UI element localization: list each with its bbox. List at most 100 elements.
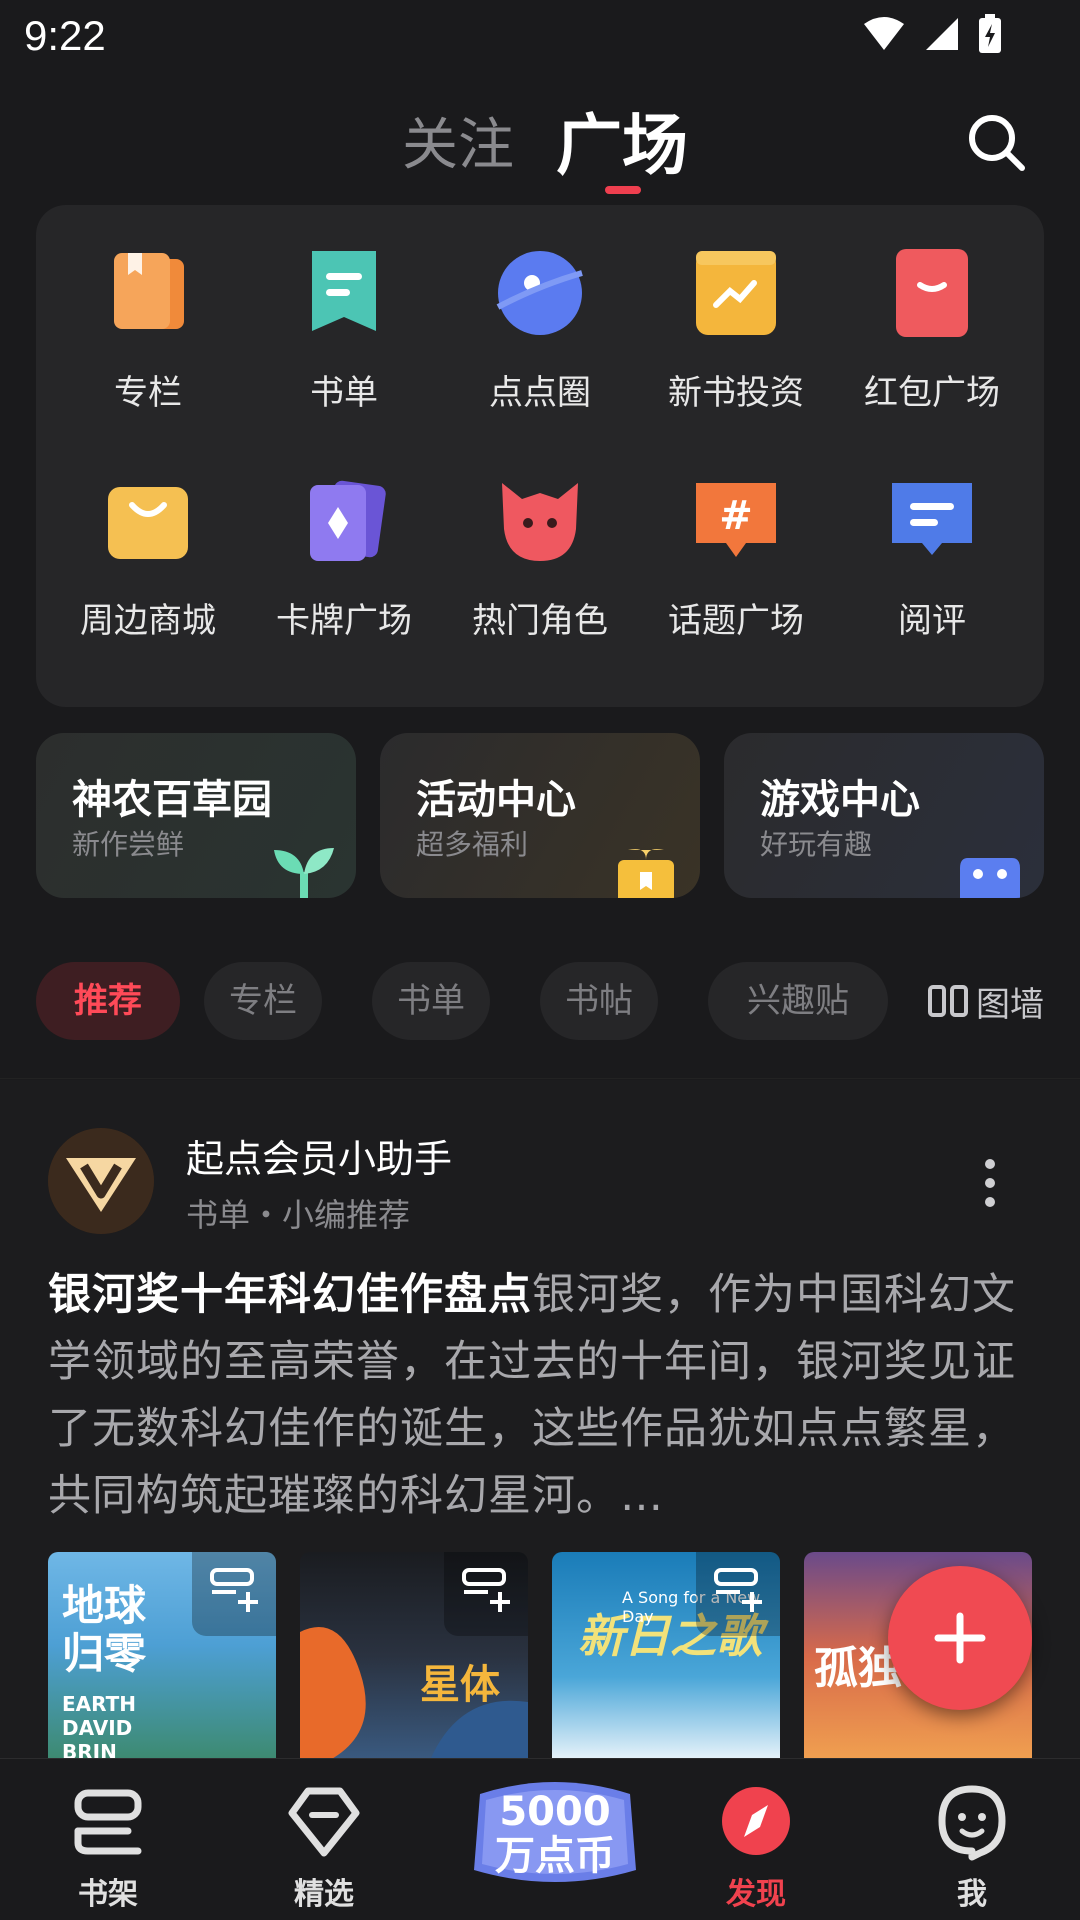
grid-item-invest[interactable]: 新书投资 bbox=[638, 245, 834, 445]
grid-label: 点点圈 bbox=[489, 373, 591, 413]
feature-title: 神农百草园 bbox=[72, 777, 272, 823]
promo-text: 5000万点币 bbox=[495, 1789, 615, 1879]
compass-icon bbox=[722, 1787, 790, 1855]
feature-card-games[interactable]: 游戏中心 好玩有趣 bbox=[724, 733, 1044, 898]
profile-icon bbox=[938, 1785, 1006, 1861]
svg-text:#: # bbox=[719, 493, 753, 539]
filter-booklist[interactable]: 书单 bbox=[372, 962, 490, 1040]
grid-label: 新书投资 bbox=[668, 373, 804, 413]
wifi-icon bbox=[864, 17, 904, 50]
column-icon bbox=[114, 253, 184, 329]
signal-icon bbox=[926, 18, 958, 50]
add-bookshelf-icon bbox=[462, 1568, 510, 1612]
gift-icon bbox=[618, 849, 674, 898]
add-to-shelf-button[interactable] bbox=[192, 1552, 276, 1636]
filter-column[interactable]: 专栏 bbox=[204, 962, 322, 1040]
promo-coins-badge[interactable]: 5000万点币 bbox=[470, 1774, 640, 1894]
feature-title: 活动中心 bbox=[416, 777, 576, 823]
feature-card-events[interactable]: 活动中心 超多福利 bbox=[380, 733, 700, 898]
booklist-icon bbox=[312, 251, 376, 331]
grid-label: 专栏 bbox=[114, 373, 182, 413]
topic-icon: # bbox=[696, 483, 776, 557]
status-time: 9:22 bbox=[24, 12, 106, 59]
invest-icon bbox=[696, 251, 776, 335]
book-cover[interactable]: 星体 bbox=[300, 1552, 528, 1760]
nav-label: 书架 bbox=[78, 1877, 138, 1912]
planet-icon bbox=[496, 251, 583, 335]
red-envelope-icon bbox=[896, 249, 968, 337]
shopping-bag-icon bbox=[108, 487, 188, 559]
add-bookshelf-icon bbox=[210, 1568, 258, 1612]
status-bar: 9:22 bbox=[0, 0, 1080, 72]
grid-item-topics[interactable]: # 话题广场 bbox=[638, 473, 834, 673]
filter-bar: 推荐 专栏 书单 书帖 兴趣贴 图墙 bbox=[36, 962, 1044, 1040]
review-icon bbox=[892, 483, 972, 555]
compose-post-button[interactable] bbox=[888, 1566, 1032, 1710]
search-icon[interactable] bbox=[964, 110, 1028, 174]
status-icons bbox=[862, 14, 1002, 54]
nav-bookshelf[interactable]: 书架 bbox=[28, 1781, 188, 1912]
filter-recommend[interactable]: 推荐 bbox=[36, 962, 180, 1040]
tab-plaza[interactable]: 广场 bbox=[556, 92, 688, 188]
grid-item-column[interactable]: 专栏 bbox=[50, 245, 246, 445]
grid-item-shop[interactable]: 周边商城 bbox=[50, 473, 246, 673]
picture-wall-button[interactable]: 图墙 bbox=[928, 962, 1044, 1040]
gamepad-icon bbox=[960, 858, 1020, 898]
screen: 9:22 关注 广场 专栏 书单 点点圈 新书投资 红包广场 周边商城 卡牌广场… bbox=[0, 0, 1080, 1920]
card-icon bbox=[310, 480, 386, 561]
nav-me[interactable]: 我 bbox=[892, 1781, 1052, 1912]
nav-label: 发现 bbox=[726, 1877, 786, 1912]
add-to-shelf-button[interactable] bbox=[444, 1552, 528, 1636]
nav-featured[interactable]: 精选 bbox=[244, 1781, 404, 1912]
grid-label: 卡牌广场 bbox=[276, 601, 412, 641]
plus-icon bbox=[934, 1612, 986, 1664]
grid-label: 热门角色 bbox=[472, 601, 608, 641]
grid-item-characters[interactable]: 热门角色 bbox=[442, 473, 638, 673]
author-name[interactable]: 起点会员小助手 bbox=[186, 1128, 452, 1183]
battery-icon bbox=[979, 14, 1001, 53]
post-text[interactable]: 银河奖十年科幻佳作盘点银河奖，作为中国科幻文学领域的至高荣誉，在过去的十年间，银… bbox=[48, 1262, 1018, 1530]
nav-discover[interactable]: 发现 bbox=[676, 1781, 836, 1912]
nav-label: 我 bbox=[957, 1877, 987, 1912]
avatar[interactable] bbox=[48, 1128, 154, 1234]
book-cover-title: 地球归零 bbox=[62, 1581, 147, 1678]
add-to-shelf-button[interactable] bbox=[696, 1552, 780, 1636]
feature-subtitle: 好玩有趣 bbox=[760, 828, 873, 861]
feature-title: 游戏中心 bbox=[760, 777, 920, 823]
grid-item-redpacket[interactable]: 红包广场 bbox=[834, 245, 1030, 445]
picture-wall-label: 图墙 bbox=[976, 984, 1044, 1025]
filter-interest[interactable]: 兴趣贴 bbox=[708, 962, 888, 1040]
grid-item-booklist[interactable]: 书单 bbox=[246, 245, 442, 445]
grid-label: 话题广场 bbox=[668, 601, 804, 641]
bookshelf-icon bbox=[74, 1789, 142, 1855]
grid-label: 红包广场 bbox=[864, 373, 1000, 413]
tab-follow[interactable]: 关注 bbox=[402, 100, 514, 181]
grid-label: 书单 bbox=[310, 373, 378, 413]
vip-logo-icon bbox=[48, 1128, 154, 1234]
top-tabs: 关注 广场 bbox=[0, 88, 1080, 208]
character-icon bbox=[502, 483, 578, 561]
section-divider bbox=[0, 1078, 1080, 1079]
grid-item-review[interactable]: 阅评 bbox=[834, 473, 1030, 673]
filter-book-post[interactable]: 书帖 bbox=[540, 962, 658, 1040]
post-title: 银河奖十年科幻佳作盘点 bbox=[48, 1270, 532, 1320]
feature-subtitle: 新作尝鲜 bbox=[72, 828, 185, 861]
diamond-icon bbox=[288, 1787, 360, 1857]
book-cover[interactable]: 地球归零 EARTH DAVID BRIN bbox=[48, 1552, 276, 1760]
feature-subtitle: 超多福利 bbox=[416, 828, 529, 861]
feature-card-shennong[interactable]: 神农百草园 新作尝鲜 bbox=[36, 733, 356, 898]
book-cover-subtitle: EARTH DAVID BRIN bbox=[62, 1692, 137, 1760]
book-cover-title: 星体 bbox=[420, 1662, 500, 1708]
sprout-icon bbox=[274, 848, 334, 898]
tab-indicator bbox=[605, 186, 641, 194]
grid-view-icon bbox=[928, 985, 968, 1017]
grid-item-cards[interactable]: 卡牌广场 bbox=[246, 473, 442, 673]
post-meta: 书单・小编推荐 bbox=[186, 1196, 411, 1234]
add-bookshelf-icon bbox=[714, 1568, 762, 1612]
nav-label: 精选 bbox=[294, 1877, 354, 1912]
entry-grid: 专栏 书单 点点圈 新书投资 红包广场 周边商城 卡牌广场 热门角色 # 话题广… bbox=[36, 205, 1044, 707]
grid-label: 周边商城 bbox=[80, 601, 216, 641]
book-cover[interactable]: 新日之歌 A Song for a New Day bbox=[552, 1552, 780, 1760]
more-options-icon[interactable] bbox=[970, 1158, 1010, 1208]
grid-item-circle[interactable]: 点点圈 bbox=[442, 245, 638, 445]
